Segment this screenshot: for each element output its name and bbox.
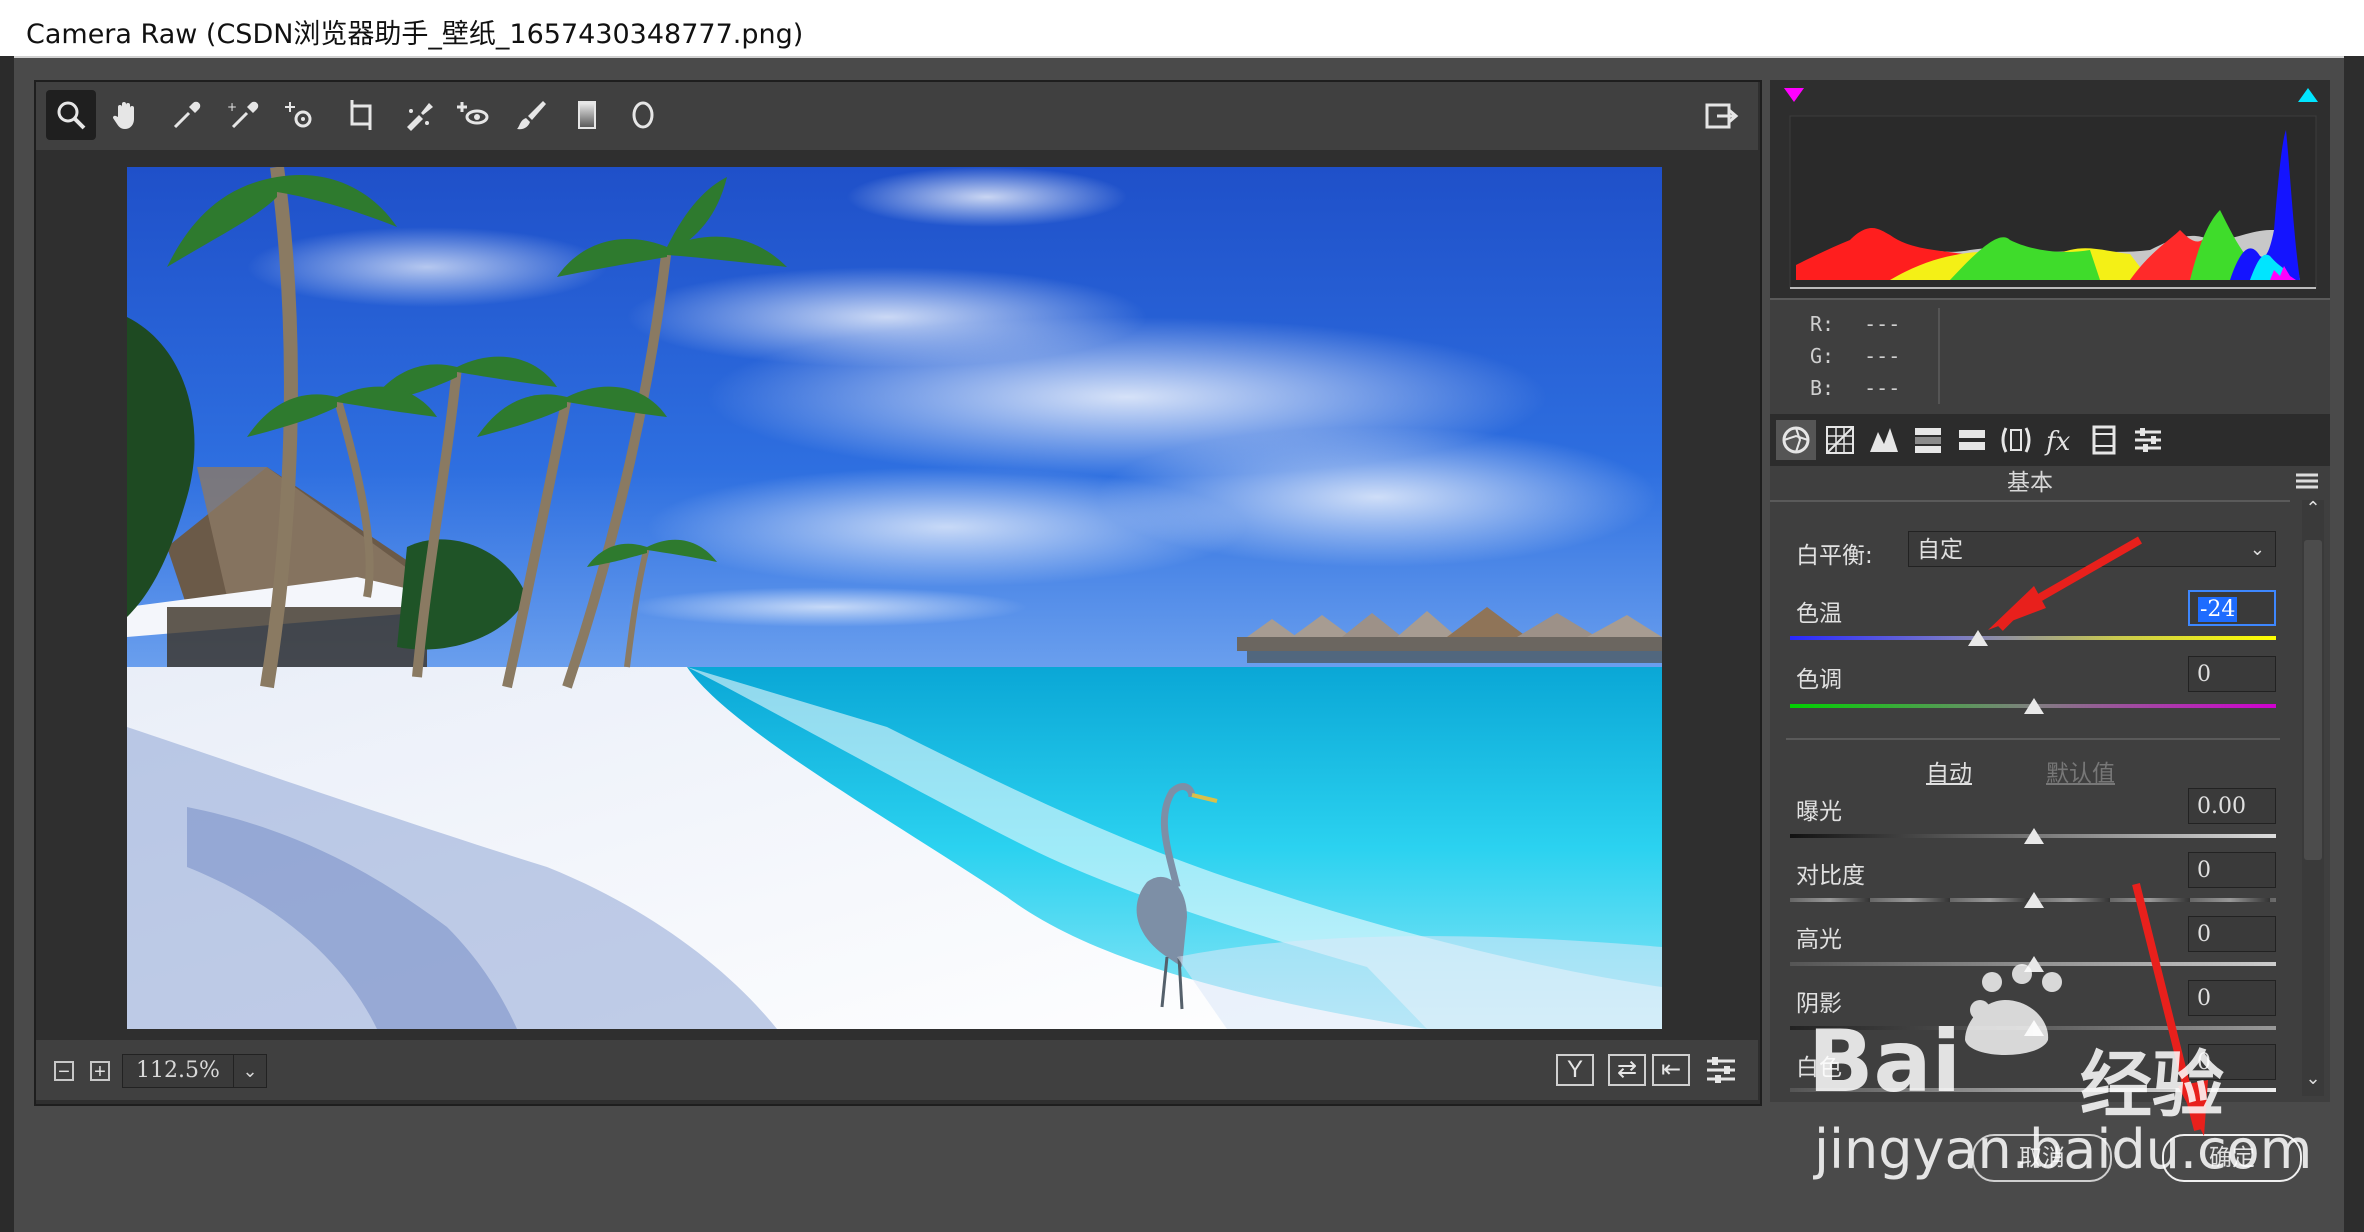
radial-filter-icon[interactable] <box>618 90 668 140</box>
window-edge-right <box>2344 56 2364 1232</box>
color-sampler-icon[interactable]: + <box>218 90 268 140</box>
ok-button[interactable]: 确定 <box>2162 1134 2302 1182</box>
panel-tabs: fx <box>1770 414 2330 466</box>
spot-removal-icon[interactable] <box>394 90 444 140</box>
exposure-slider-thumb[interactable] <box>2024 828 2044 844</box>
chevron-down-icon: ⌄ <box>2249 539 2265 560</box>
svg-text:+: + <box>227 100 237 114</box>
shadows-label: 阴影 <box>1796 991 1842 1017</box>
b-value: --- <box>1864 376 1901 400</box>
temperature-slider-track[interactable] <box>1790 636 2276 640</box>
exposure-label: 曝光 <box>1796 799 1842 825</box>
tab-presets-icon[interactable] <box>2128 420 2168 460</box>
temperature-value: -24 <box>2198 597 2238 622</box>
preview-settings-icon[interactable] <box>1696 1045 1746 1095</box>
image-preview[interactable] <box>127 167 1662 1029</box>
whites-value-field[interactable]: 0 <box>2188 1044 2276 1080</box>
window-edge-left <box>0 56 14 1232</box>
whites-label: 白色 <box>1796 1055 1842 1081</box>
tab-basic-icon[interactable] <box>1776 420 1816 460</box>
graduated-filter-icon[interactable] <box>562 90 612 140</box>
zoom-icon[interactable] <box>46 90 96 140</box>
shadows-value: 0 <box>2197 986 2211 1011</box>
shadows-value-field[interactable]: 0 <box>2188 980 2276 1016</box>
tab-lens-icon[interactable] <box>1996 420 2036 460</box>
readout-divider <box>1938 308 1940 404</box>
tab-effects-icon[interactable]: fx <box>2040 420 2080 460</box>
tab-tone-curve-icon[interactable] <box>1820 420 1860 460</box>
b-label: B: <box>1810 376 1835 400</box>
highlight-clipping-icon <box>1784 88 1804 102</box>
temperature-slider-thumb[interactable] <box>1968 630 1988 646</box>
whites-slider-track[interactable] <box>1790 1088 2276 1092</box>
tab-calibration-icon[interactable] <box>2084 420 2124 460</box>
white-balance-label: 白平衡: <box>1796 543 1873 569</box>
r-label: R: <box>1810 312 1835 336</box>
rgb-readout: R: --- G: --- B: --- <box>1770 300 2330 412</box>
contrast-value: 0 <box>2197 858 2211 883</box>
exposure-value: 0.00 <box>2197 794 2246 819</box>
shadows-slider-thumb[interactable] <box>2024 1020 2044 1036</box>
zoom-out-button[interactable]: − <box>54 1061 74 1082</box>
tint-value-field[interactable]: 0 <box>2188 656 2276 692</box>
exposure-value-field[interactable]: 0.00 <box>2188 788 2276 824</box>
shadow-clipping-icon <box>2298 88 2318 102</box>
g-value: --- <box>1864 344 1901 368</box>
histogram <box>1770 80 2330 300</box>
window-title: Camera Raw (CSDN浏览器助手_壁纸_1657430348777.p… <box>26 19 804 50</box>
tab-split-toning-icon[interactable] <box>1952 420 1992 460</box>
default-link[interactable]: 默认值 <box>2046 754 2115 788</box>
highlights-label: 高光 <box>1796 927 1842 953</box>
targeted-adjust-icon[interactable] <box>274 90 324 140</box>
g-label: G: <box>1810 344 1835 368</box>
zoom-dropdown-button[interactable]: ⌄ <box>233 1054 267 1088</box>
tint-label: 色调 <box>1796 667 1842 693</box>
cancel-button[interactable]: 取消 <box>1972 1134 2112 1182</box>
highlights-value: 0 <box>2197 922 2211 947</box>
before-after-button[interactable]: Y <box>1556 1054 1594 1086</box>
scroll-down-icon[interactable]: ⌄ <box>2302 1068 2324 1089</box>
adjustment-brush-icon[interactable] <box>506 90 556 140</box>
crop-icon[interactable] <box>336 90 386 140</box>
copy-settings-button[interactable]: ⇤ <box>1652 1054 1690 1086</box>
panel-title: 基本 <box>1770 466 2290 502</box>
temperature-label: 色温 <box>1796 601 1842 627</box>
white-balance-select[interactable]: 自定 ⌄ <box>1908 531 2276 567</box>
zoom-level-field[interactable]: 112.5% <box>122 1054 234 1088</box>
tint-slider-thumb[interactable] <box>2024 698 2044 714</box>
white-balance-icon[interactable] <box>162 90 212 140</box>
swap-settings-button[interactable]: ⇄ <box>1608 1054 1646 1086</box>
scroll-up-icon[interactable]: ⌃ <box>2302 498 2324 519</box>
export-icon[interactable] <box>1696 90 1746 140</box>
hand-icon[interactable] <box>102 90 152 140</box>
tab-detail-icon[interactable] <box>1864 420 1904 460</box>
panel-menu-icon[interactable] <box>2296 472 2318 490</box>
highlights-slider-thumb[interactable] <box>2024 956 2044 972</box>
zoom-in-button[interactable]: + <box>90 1061 110 1082</box>
contrast-value-field[interactable]: 0 <box>2188 852 2276 888</box>
contrast-label: 对比度 <box>1796 863 1865 889</box>
panel-scrollbar-thumb[interactable] <box>2304 540 2322 860</box>
title-bar: Camera Raw (CSDN浏览器助手_壁纸_1657430348777.p… <box>0 0 2364 58</box>
panel-divider <box>1786 738 2280 740</box>
red-eye-icon[interactable] <box>448 90 498 140</box>
auto-link[interactable]: 自动 <box>1926 754 1972 788</box>
white-balance-value: 自定 <box>1917 537 1963 563</box>
preview-status-bar: − + 112.5% ⌄ Y ⇄ ⇤ <box>36 1040 1758 1100</box>
tint-value: 0 <box>2197 662 2211 687</box>
temperature-value-field[interactable]: -24 <box>2188 590 2276 626</box>
r-value: --- <box>1864 312 1901 336</box>
whites-value: 0 <box>2197 1050 2211 1075</box>
tab-hsl-icon[interactable] <box>1908 420 1948 460</box>
contrast-slider-thumb[interactable] <box>2024 892 2044 908</box>
highlights-value-field[interactable]: 0 <box>2188 916 2276 952</box>
tool-bar: + <box>36 82 1758 150</box>
svg-text:fx: fx <box>2044 427 2071 456</box>
